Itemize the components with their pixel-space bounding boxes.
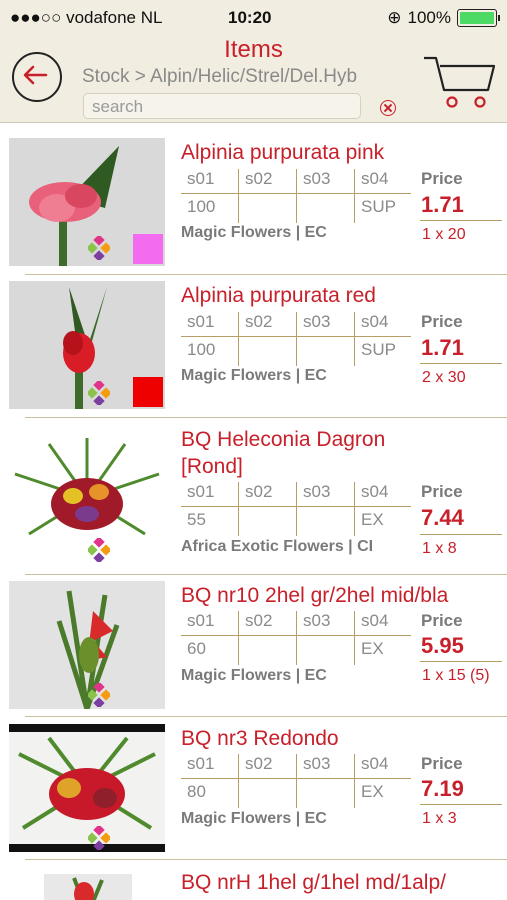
col-s04: s04 bbox=[361, 169, 389, 188]
battery-percent: 100% bbox=[407, 8, 451, 27]
price-label: Price bbox=[421, 754, 463, 773]
pack-size: 1 x 15 (5) bbox=[422, 667, 490, 684]
val-s04: EX bbox=[361, 510, 384, 529]
origin-badge-icon bbox=[88, 826, 110, 850]
stock-grid: s01 s02 s03 s04 60 EX bbox=[181, 611, 411, 665]
battery-icon bbox=[457, 9, 500, 27]
val-s01: 80 bbox=[187, 782, 206, 801]
item-name: BQ nr3 Redondo bbox=[181, 727, 339, 750]
stock-grid: s01 s02 s03 s04 80 EX bbox=[181, 754, 411, 808]
tropical-bouquet-image bbox=[9, 434, 165, 562]
col-s01: s01 bbox=[187, 611, 215, 630]
val-s04: SUP bbox=[361, 197, 396, 216]
val-s01: 60 bbox=[187, 639, 206, 658]
back-button[interactable] bbox=[12, 52, 62, 102]
pack-size: 1 x 8 bbox=[422, 540, 457, 557]
status-right: ⊕ 100% bbox=[387, 8, 500, 28]
stock-grid: s01 s02 s03 s04 100 SUP bbox=[181, 312, 411, 366]
item-name: BQ nr10 2hel gr/2hel mid/bla bbox=[181, 584, 449, 607]
price-label: Price bbox=[421, 169, 463, 188]
col-s02: s02 bbox=[245, 312, 273, 331]
col-s01: s01 bbox=[187, 169, 215, 188]
price-label: Price bbox=[421, 312, 463, 331]
pack-size: 1 x 3 bbox=[422, 810, 457, 827]
back-arrow-icon bbox=[23, 65, 48, 85]
list-item[interactable]: BQ nrH 1hel g/1hel md/1alp/ bbox=[0, 866, 507, 900]
val-s01: 100 bbox=[187, 197, 216, 216]
origin-badge-icon bbox=[88, 538, 110, 562]
col-s04: s04 bbox=[361, 754, 389, 773]
val-s01: 55 bbox=[187, 510, 206, 529]
col-s02: s02 bbox=[245, 754, 273, 773]
col-s03: s03 bbox=[303, 611, 331, 630]
col-s01: s01 bbox=[187, 312, 215, 331]
round-bouquet-image bbox=[9, 724, 165, 852]
color-swatch bbox=[133, 377, 163, 407]
col-s01: s01 bbox=[187, 754, 215, 773]
clock: 10:20 bbox=[228, 8, 272, 27]
origin-badge-icon bbox=[88, 381, 110, 405]
search-input[interactable] bbox=[84, 94, 360, 120]
list-item[interactable]: BQ Heleconia Dagron [Rond] s01 s02 s03 s… bbox=[0, 424, 507, 576]
pack-size: 2 x 30 bbox=[422, 369, 466, 386]
price-label: Price bbox=[421, 482, 463, 501]
col-s03: s03 bbox=[303, 312, 331, 331]
supplier: Africa Exotic Flowers | CI bbox=[181, 538, 374, 555]
col-s01: s01 bbox=[187, 482, 215, 501]
price: 5.95 bbox=[421, 633, 464, 658]
price-label: Price bbox=[421, 611, 463, 630]
price: 7.44 bbox=[421, 505, 464, 530]
price: 1.71 bbox=[421, 192, 464, 217]
supplier: Magic Flowers | EC bbox=[181, 667, 327, 684]
col-s03: s03 bbox=[303, 482, 331, 501]
val-s04: EX bbox=[361, 782, 384, 801]
col-s02: s02 bbox=[245, 482, 273, 501]
bouquet-image bbox=[44, 874, 132, 900]
col-s04: s04 bbox=[361, 611, 389, 630]
col-s02: s02 bbox=[245, 611, 273, 630]
supplier: Magic Flowers | EC bbox=[181, 810, 327, 827]
val-s04: SUP bbox=[361, 340, 396, 359]
clear-search-icon[interactable] bbox=[380, 100, 396, 116]
top-bar: ●●●○○ vodafone NL 10:20 ⊕ 100% Items Sto… bbox=[0, 0, 507, 123]
item-name-line1: BQ Heleconia Dagron bbox=[181, 428, 386, 451]
breadcrumb[interactable]: Stock > Alpin/Helic/Strel/Del.Hyb bbox=[82, 66, 357, 88]
heliconia-bouquet-image bbox=[9, 581, 165, 709]
col-s03: s03 bbox=[303, 754, 331, 773]
origin-badge-icon bbox=[88, 236, 110, 260]
stock-grid: s01 s02 s03 s04 100 SUP bbox=[181, 169, 411, 223]
price: 7.19 bbox=[421, 776, 464, 801]
col-s02: s02 bbox=[245, 169, 273, 188]
cart-icon[interactable] bbox=[422, 52, 498, 110]
origin-badge-icon bbox=[88, 683, 110, 707]
list-item[interactable]: Alpinia purpurata pink s01 s02 s03 s04 1… bbox=[0, 138, 507, 276]
lock-rotation-icon: ⊕ bbox=[387, 8, 402, 27]
status-bar: ●●●○○ vodafone NL 10:20 ⊕ 100% bbox=[0, 0, 507, 36]
list-item[interactable]: BQ nr10 2hel gr/2hel mid/bla s01 s02 s03… bbox=[0, 581, 507, 719]
item-name: Alpinia purpurata red bbox=[181, 284, 376, 307]
search-box[interactable] bbox=[83, 93, 361, 120]
item-name-line2: [Rond] bbox=[181, 455, 243, 478]
col-s03: s03 bbox=[303, 169, 331, 188]
carrier: ●●●○○ vodafone NL bbox=[10, 8, 163, 27]
stock-grid: s01 s02 s03 s04 55 EX bbox=[181, 482, 411, 536]
supplier: Magic Flowers | EC bbox=[181, 224, 327, 241]
pack-size: 1 x 20 bbox=[422, 226, 466, 243]
price: 1.71 bbox=[421, 335, 464, 360]
col-s04: s04 bbox=[361, 312, 389, 331]
list-item[interactable]: Alpinia purpurata red s01 s02 s03 s04 10… bbox=[0, 281, 507, 419]
item-name: BQ nrH 1hel g/1hel md/1alp/ bbox=[181, 871, 446, 894]
item-name: Alpinia purpurata pink bbox=[181, 141, 385, 164]
col-s04: s04 bbox=[361, 482, 389, 501]
val-s04: EX bbox=[361, 639, 384, 658]
list-item[interactable]: BQ nr3 Redondo s01 s02 s03 s04 80 EX Mag… bbox=[0, 724, 507, 862]
supplier: Magic Flowers | EC bbox=[181, 367, 327, 384]
color-swatch bbox=[133, 234, 163, 264]
val-s01: 100 bbox=[187, 340, 216, 359]
